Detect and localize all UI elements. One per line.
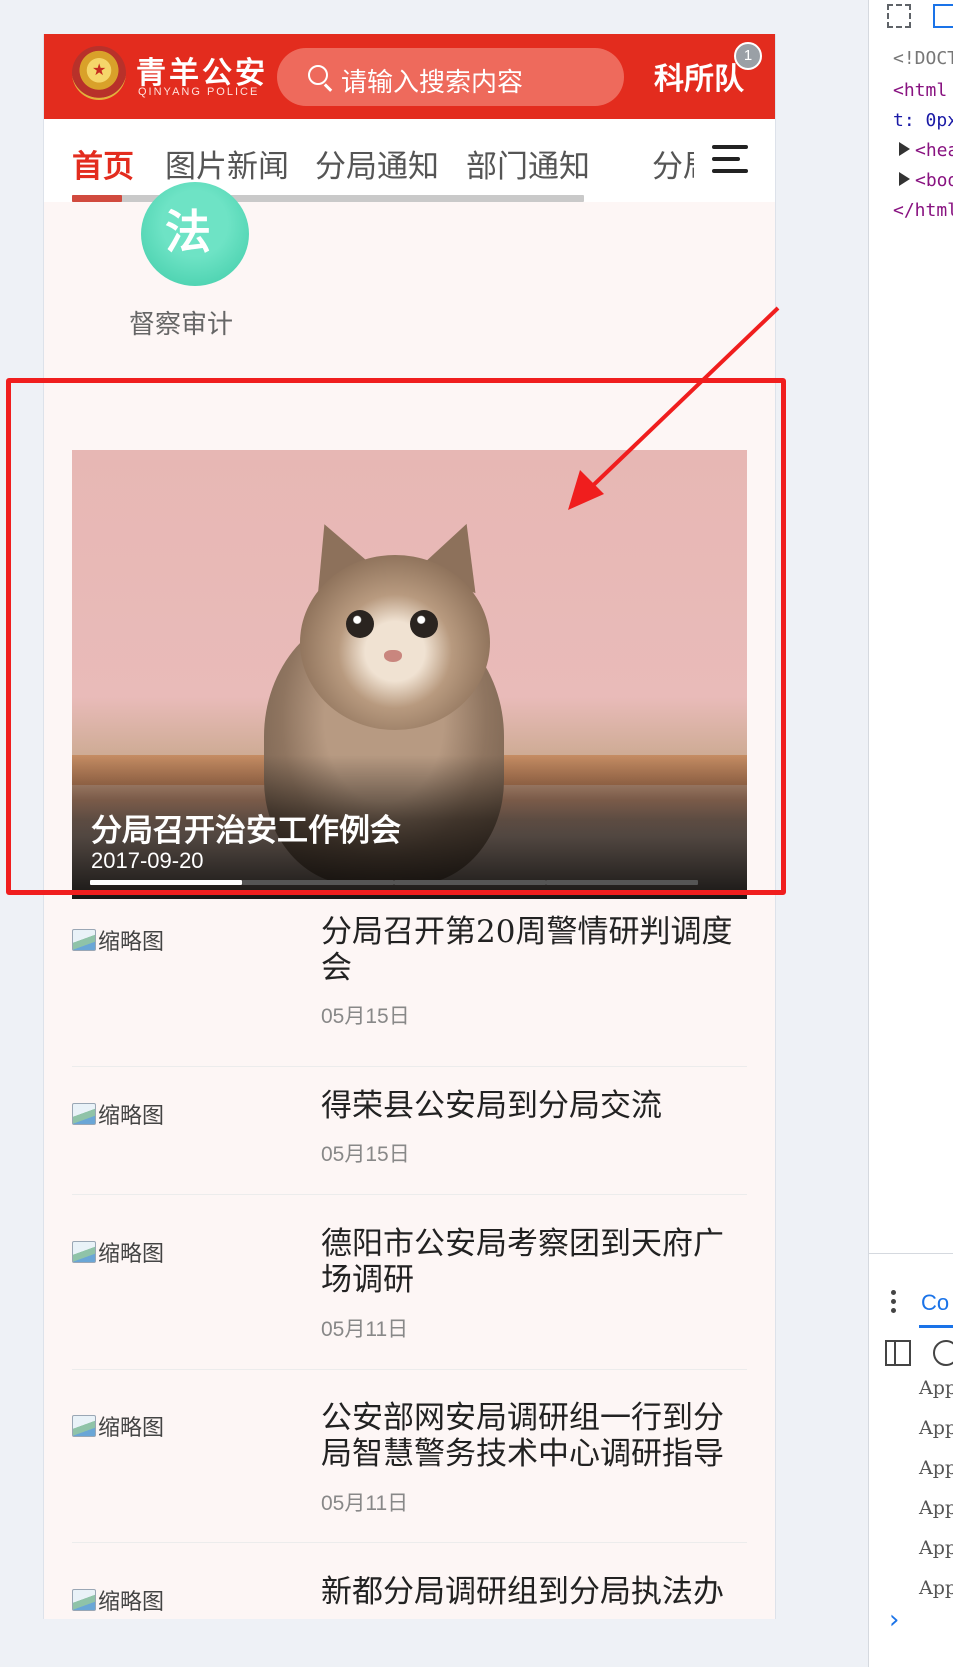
sidebar-toggle-icon[interactable]: [885, 1340, 911, 1366]
news-date: 05月15日: [321, 1005, 410, 1028]
clear-console-icon[interactable]: [933, 1340, 953, 1366]
dom-node[interactable]: <html: [893, 80, 947, 101]
device-toolbar-icon[interactable]: [933, 4, 953, 28]
console-log-line: App: [919, 1377, 953, 1399]
category-tabs: 首页 图片新闻 分局通知 部门通知 分局: [44, 119, 775, 202]
tab-branch-partial[interactable]: 分局: [652, 141, 694, 186]
dom-node[interactable]: </html: [893, 200, 953, 221]
annotation-arrow-icon: [568, 306, 780, 510]
expand-triangle-icon[interactable]: [899, 172, 910, 186]
expand-triangle-icon[interactable]: [899, 142, 910, 156]
tab-photo-news[interactable]: 图片新闻: [165, 141, 289, 186]
brand-subtitle: QINYANG POLICE: [138, 86, 260, 98]
unit-selector-button[interactable]: 科所队: [654, 54, 744, 98]
site-header: ★ 青羊公安 QINYANG POLICE 请输入搜索内容 科所队 1: [44, 34, 775, 119]
quick-link-audit[interactable]: 法 督察审计: [129, 182, 255, 362]
console-log-line: App: [919, 1577, 953, 1599]
broken-image-icon: [72, 1103, 96, 1125]
notification-badge: 1: [734, 42, 762, 70]
thumbnail-broken-image: 缩略图: [72, 924, 164, 956]
console-log-line: App: [919, 1537, 953, 1559]
devtools-panel: <!DOCT <html t: 0px <hea <bod </html Co …: [868, 0, 953, 1667]
console-log-line: App: [919, 1497, 953, 1519]
news-title[interactable]: 新都分局调研组到分局执法办: [321, 1574, 741, 1610]
broken-image-icon: [72, 1589, 96, 1611]
broken-image-icon: [72, 1415, 96, 1437]
thumbnail-broken-image: 缩略图: [72, 1410, 164, 1442]
console-log-line: App: [919, 1457, 953, 1479]
news-title[interactable]: 公安部网安局调研组一行到分局智慧警务技术中心调研指导: [321, 1400, 741, 1472]
tab-overflow-clip: 分局: [652, 119, 694, 202]
law-icon: 法: [141, 182, 249, 286]
news-title[interactable]: 德阳市公安局考察团到天府广场调研: [321, 1226, 741, 1298]
news-date: 05月15日: [321, 1143, 410, 1166]
tab-home[interactable]: 首页: [72, 141, 134, 186]
dom-node[interactable]: <!DOCT: [893, 48, 953, 69]
thumbnail-broken-image: 缩略图: [72, 1584, 164, 1616]
tab-branch-notice[interactable]: 分局通知: [315, 141, 439, 186]
menu-icon[interactable]: [712, 145, 748, 173]
thumbnail-broken-image: 缩略图: [72, 1236, 164, 1268]
police-emblem-icon: ★: [72, 46, 126, 100]
news-title[interactable]: 分局召开第20周警情研判调度会: [321, 914, 741, 986]
dom-node: t: 0px: [893, 110, 953, 131]
element-picker-icon[interactable]: [887, 4, 911, 28]
tab-scroll-indicator: [72, 195, 122, 202]
broken-image-icon: [72, 1241, 96, 1263]
quick-link-label: 督察审计: [129, 310, 234, 340]
search-input[interactable]: 请输入搜索内容: [277, 48, 624, 106]
search-placeholder: 请输入搜索内容: [341, 68, 524, 98]
broken-image-icon: [72, 929, 96, 951]
console-prompt-icon[interactable]: ›: [889, 1605, 899, 1635]
dom-node[interactable]: <bod: [915, 170, 953, 191]
console-log-line: App: [919, 1417, 953, 1439]
more-options-icon[interactable]: [891, 1290, 896, 1317]
news-title[interactable]: 得荣县公安局到分局交流: [321, 1088, 741, 1124]
tab-department-notice[interactable]: 部门通知: [466, 141, 590, 186]
news-date: 05月11日: [321, 1318, 409, 1341]
tab-console[interactable]: Co: [921, 1290, 949, 1316]
search-icon: [308, 65, 328, 85]
thumbnail-broken-image: 缩略图: [72, 1098, 164, 1130]
tab-scroll-track: [72, 195, 584, 202]
news-date: 05月11日: [321, 1492, 409, 1515]
dom-node[interactable]: <hea: [915, 140, 953, 161]
